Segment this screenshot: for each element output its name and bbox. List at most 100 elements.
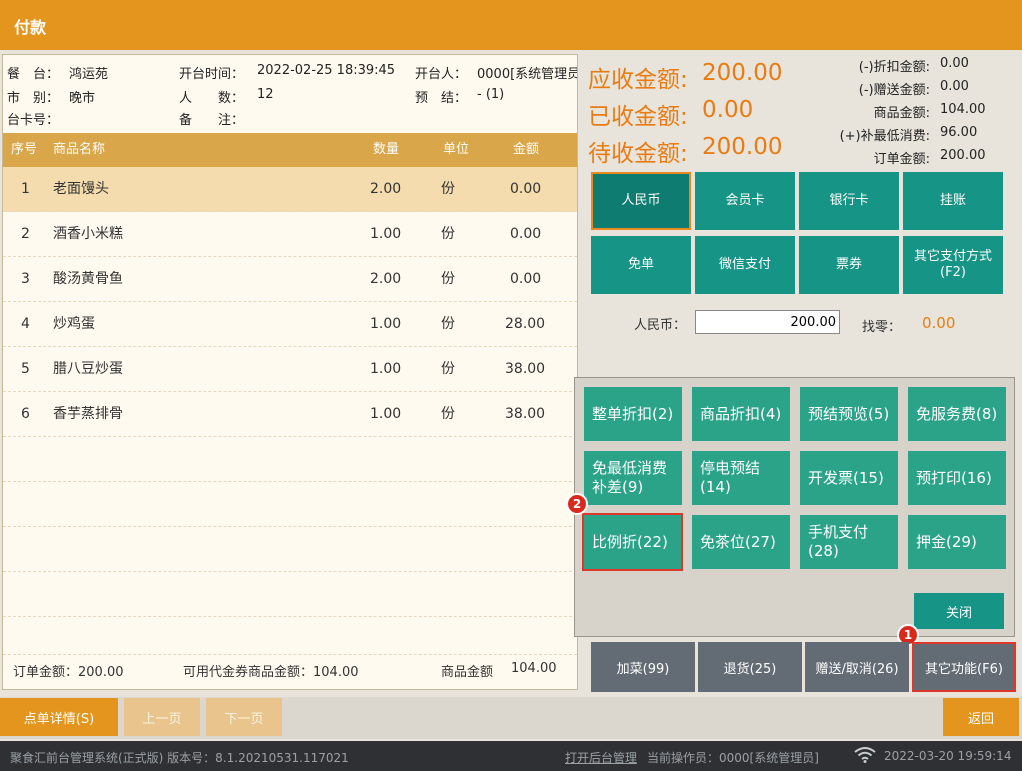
row-qty: 2.00 (370, 181, 402, 197)
open-time-value: 2022-02-25 18:39:45 (257, 63, 396, 78)
waive-service-fee-button[interactable]: 免服务费(8) (908, 387, 1006, 441)
table-label: 餐 台： (7, 67, 60, 82)
step-badge-2: 2 (566, 493, 588, 515)
table-row[interactable]: 4 炒鸡蛋 1.00 份 28.00 (3, 302, 577, 347)
table-value: 鸿运苑 (69, 67, 109, 82)
order-details-button[interactable]: 点单详情(S) (0, 698, 118, 736)
preprint-button[interactable]: 预打印(16) (908, 451, 1006, 505)
receivable-value: 200.00 (702, 60, 783, 86)
whole-discount-button[interactable]: 整单折扣(2) (584, 387, 682, 441)
market-label: 市 别： (7, 91, 60, 106)
table-row[interactable]: 6 香芋蒸排骨 1.00 份 38.00 (3, 392, 577, 437)
rmb-amount-input[interactable] (695, 310, 840, 334)
gift-cancel-button[interactable]: 赠送/取消(26) (805, 642, 909, 692)
people-label: 人 数： (179, 91, 245, 106)
order-sum-value: 200.00 (940, 148, 986, 163)
return-goods-button[interactable]: 退货(25) (698, 642, 802, 692)
pay-member-card-button[interactable]: 会员卡 (695, 172, 795, 230)
row-name: 腊八豆炒蛋 (53, 361, 123, 377)
row-no: 6 (21, 406, 30, 422)
next-page-button[interactable]: 下一页 (206, 698, 282, 736)
row-amount: 38.00 (505, 406, 546, 422)
discount-value: 0.00 (940, 56, 969, 71)
order-panel: 餐 台： 鸿运苑 市 别： 晚市 台卡号： 开台时间： 2022-02-25 1… (2, 54, 578, 690)
presettle-label: 预 结： (415, 91, 468, 106)
waive-tea-seat-button[interactable]: 免茶位(27) (692, 515, 790, 569)
current-operator: 当前操作员：0000[系统管理员] (647, 751, 819, 765)
power-outage-presettle-button[interactable]: 停电预结(14) (692, 451, 790, 505)
discount-label: (-)折扣金额: (858, 60, 930, 75)
other-functions-button[interactable]: 其它功能(F6) (912, 642, 1016, 692)
open-backend-link[interactable]: 打开后台管理 (565, 749, 637, 766)
rmb-label: 人民币： (634, 318, 687, 333)
pending-label: 待收金额: (588, 141, 688, 167)
table-row[interactable]: 3 酸汤黄骨鱼 2.00 份 0.00 (3, 257, 577, 302)
row-unit: 份 (441, 406, 455, 422)
table-row[interactable]: 1 老面馒头 2.00 份 0.00 (3, 167, 577, 212)
card-label: 台卡号： (7, 113, 60, 128)
order-sum-label: 订单金额: (873, 152, 930, 167)
row-amount: 0.00 (510, 226, 542, 242)
row-name: 酸汤黄骨鱼 (53, 271, 123, 287)
invoice-button[interactable]: 开发票(15) (800, 451, 898, 505)
col-unit: 单位 (443, 142, 470, 157)
empty-row (3, 572, 577, 617)
pay-bank-card-button[interactable]: 银行卡 (799, 172, 899, 230)
row-name: 炒鸡蛋 (53, 316, 95, 332)
gift-value: 0.00 (940, 79, 969, 94)
wifi-icon (854, 747, 876, 766)
voucher-amount: 可用代金券商品金额：104.00 (183, 665, 359, 680)
goods-label: 商品金额 (441, 665, 494, 680)
row-qty: 1.00 (370, 316, 402, 332)
col-name: 商品名称 (53, 142, 106, 157)
table-row[interactable]: 5 腊八豆炒蛋 1.00 份 38.00 (3, 347, 577, 392)
pay-other-button[interactable]: 其它支付方式 (F2) (903, 236, 1003, 294)
row-no: 5 (21, 361, 30, 377)
change-value: 0.00 (922, 314, 956, 332)
change-label: 找零： (862, 320, 902, 335)
row-qty: 2.00 (370, 271, 402, 287)
pay-wechat-button[interactable]: 微信支付 (695, 236, 795, 294)
status-bar: 聚食汇前台管理系统(正式版) 版本号：8.1.20210531.117021 打… (0, 741, 1022, 771)
item-discount-button[interactable]: 商品折扣(4) (692, 387, 790, 441)
people-value: 12 (257, 87, 274, 102)
row-unit: 份 (441, 361, 455, 377)
pay-rmb-button[interactable]: 人民币 (591, 172, 691, 230)
row-name: 酒香小米糕 (53, 226, 123, 242)
empty-row (3, 482, 577, 527)
ratio-discount-button[interactable]: 比例折(22) (582, 513, 683, 571)
waive-min-consume-button[interactable]: 免最低消费补差(9) (584, 451, 682, 505)
close-popup-button[interactable]: 关闭 (914, 593, 1004, 629)
goods-value: 104.00 (511, 661, 557, 676)
mobile-pay-button[interactable]: 手机支付(28) (800, 515, 898, 569)
prev-page-button[interactable]: 上一页 (124, 698, 200, 736)
back-button[interactable]: 返回 (943, 698, 1019, 736)
row-name: 老面馒头 (53, 181, 109, 197)
col-qty: 数量 (373, 142, 400, 157)
row-no: 3 (21, 271, 30, 287)
col-amount: 金额 (513, 142, 540, 157)
table-row[interactable]: 2 酒香小米糕 1.00 份 0.00 (3, 212, 577, 257)
row-amount: 28.00 (505, 316, 546, 332)
pay-credit-button[interactable]: 挂账 (903, 172, 1003, 230)
col-no: 序号 (11, 142, 38, 157)
row-qty: 1.00 (370, 361, 402, 377)
open-time-label: 开台时间： (179, 67, 245, 82)
row-unit: 份 (441, 181, 455, 197)
row-name: 香芋蒸排骨 (53, 406, 123, 422)
pay-voucher-button[interactable]: 票券 (799, 236, 899, 294)
deposit-button[interactable]: 押金(29) (908, 515, 1006, 569)
row-unit: 份 (441, 226, 455, 242)
opener-value: 0000[系统管理员] (477, 67, 577, 82)
market-value: 晚市 (69, 91, 96, 106)
presettle-preview-button[interactable]: 预结预览(5) (800, 387, 898, 441)
row-unit: 份 (441, 316, 455, 332)
add-dish-button[interactable]: 加菜(99) (591, 642, 695, 692)
received-label: 已收金额: (588, 104, 688, 130)
opener-label: 开台人： (415, 67, 468, 82)
gift-label: (-)赠送金额: (858, 83, 930, 98)
row-no: 1 (21, 181, 30, 197)
pay-free-button[interactable]: 免单 (591, 236, 691, 294)
row-unit: 份 (441, 271, 455, 287)
empty-row (3, 527, 577, 572)
